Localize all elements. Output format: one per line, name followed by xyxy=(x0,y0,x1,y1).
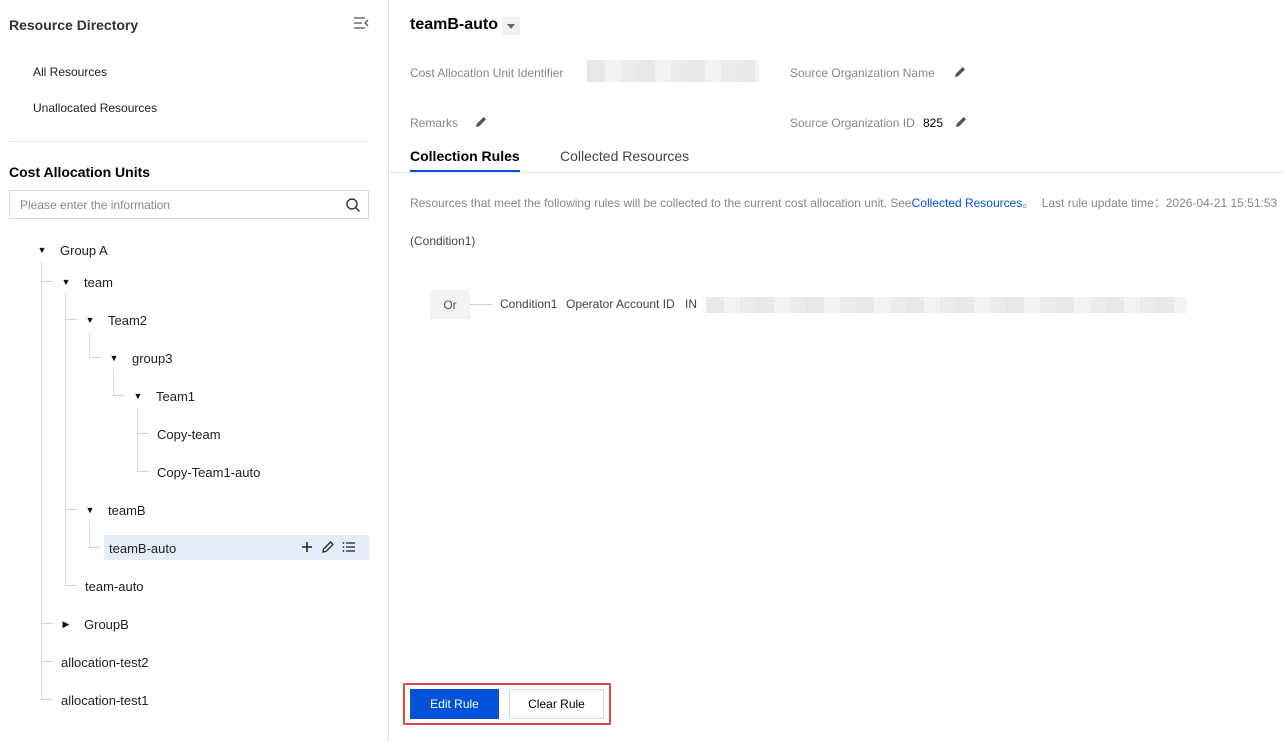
rules-description: Resources that meet the following rules … xyxy=(410,194,1277,211)
cau-identifier-value-redacted xyxy=(587,60,759,82)
source-org-id-label: Source Organization ID xyxy=(790,116,915,130)
unit-search-box xyxy=(9,190,369,219)
tab-bar: Collection Rules Collected Resources xyxy=(390,143,1283,173)
edit-source-org-id-icon[interactable] xyxy=(954,115,968,129)
caret-right-icon[interactable]: ▶ xyxy=(60,618,72,630)
page-title: teamB-auto xyxy=(410,16,499,33)
tree-node-teamb[interactable]: ▼ teamB xyxy=(84,498,146,522)
caret-down-icon[interactable]: ▼ xyxy=(60,276,72,288)
sidebar-divider xyxy=(9,141,369,142)
description-text: Resources that meet the following rules … xyxy=(410,196,912,210)
active-tab-indicator xyxy=(410,170,520,172)
tree-node-team2[interactable]: ▼ Team2 xyxy=(84,308,148,332)
tree-node-team1[interactable]: ▼ Team1 xyxy=(132,384,196,408)
node-actions xyxy=(300,540,356,554)
caret-down-icon[interactable]: ▼ xyxy=(132,390,144,402)
condition-operator: IN xyxy=(685,297,697,311)
edit-icon[interactable] xyxy=(321,540,335,554)
description-suffix: 。 xyxy=(1022,196,1035,210)
caret-down-icon[interactable]: ▼ xyxy=(84,504,96,516)
tree-node-label: team xyxy=(84,274,113,290)
clear-rule-button[interactable]: Clear Rule xyxy=(509,689,604,719)
title-dropdown-icon[interactable] xyxy=(502,17,520,35)
cost-allocation-units-title: Cost Allocation Units xyxy=(9,164,151,180)
remarks-label: Remarks xyxy=(410,116,459,130)
sidebar-title: Resource Directory xyxy=(9,17,139,33)
tree-node-label: Group A xyxy=(60,242,108,258)
caret-down-icon[interactable]: ▼ xyxy=(84,314,96,326)
edit-source-org-name-icon[interactable] xyxy=(953,65,967,79)
nav-unallocated-resources[interactable]: Unallocated Resources xyxy=(33,101,157,115)
tree-node-team-auto[interactable]: team-auto xyxy=(85,574,144,598)
tree-node-label: teamB-auto xyxy=(109,540,177,556)
tree-node-label: teamB xyxy=(108,502,146,518)
tree-node-group-a[interactable]: ▼ Group A xyxy=(36,238,108,262)
tree-node-label: Copy-team xyxy=(157,426,221,442)
caret-down-icon[interactable]: ▼ xyxy=(36,244,48,256)
edit-remarks-icon[interactable] xyxy=(474,115,488,129)
tree-node-label: Copy-Team1-auto xyxy=(157,464,261,480)
source-org-name-label: Source Organization Name xyxy=(790,66,935,80)
condition-field: Operator Account ID xyxy=(566,297,675,311)
tab-collected-resources[interactable]: Collected Resources xyxy=(560,148,689,164)
tree-node-copy-team[interactable]: Copy-team xyxy=(157,422,221,446)
tab-collection-rules[interactable]: Collection Rules xyxy=(410,148,520,164)
tree-node-group3[interactable]: ▼ group3 xyxy=(108,346,173,370)
tree-node-teamb-auto[interactable]: teamB-auto xyxy=(109,536,176,560)
source-org-id-value: 825 xyxy=(923,116,944,130)
collapse-sidebar-icon[interactable] xyxy=(352,15,370,31)
list-icon[interactable] xyxy=(342,540,356,554)
tree-node-team[interactable]: ▼ team xyxy=(60,270,113,294)
edit-rule-button[interactable]: Edit Rule xyxy=(410,689,499,719)
rule-connector-line xyxy=(470,304,492,305)
condition-name: Condition1 xyxy=(500,297,558,311)
tree-node-label: GroupB xyxy=(84,616,129,632)
unit-search-input[interactable] xyxy=(10,191,340,218)
tree-node-label: Team2 xyxy=(108,312,148,328)
collected-resources-link[interactable]: Collected Resources xyxy=(912,196,1023,210)
tree-node-allocation-test1[interactable]: allocation-test1 xyxy=(61,688,148,712)
tree-node-allocation-test2[interactable]: allocation-test2 xyxy=(61,650,148,674)
logic-operator-badge: Or xyxy=(430,290,470,319)
cau-identifier-label: Cost Allocation Unit Identifier xyxy=(410,66,564,80)
tree-node-groupb[interactable]: ▶ GroupB xyxy=(60,612,129,636)
last-update-time: 2026-04-21 15:51:53 xyxy=(1165,196,1278,210)
last-update-label: Last rule update time： xyxy=(1041,196,1166,210)
caret-down-icon[interactable]: ▼ xyxy=(108,352,120,364)
tree-node-label: Team1 xyxy=(156,388,196,404)
tree-node-label: team-auto xyxy=(85,578,144,594)
add-icon[interactable] xyxy=(300,540,314,554)
condition-values-redacted xyxy=(706,297,1187,313)
condition-expression: (Condition1) xyxy=(410,234,476,248)
sidebar: Resource Directory All Resources Unalloc… xyxy=(0,0,389,742)
tree-node-label: allocation-test1 xyxy=(61,692,149,708)
search-icon[interactable] xyxy=(345,197,361,213)
tree-node-label: group3 xyxy=(132,350,173,366)
nav-all-resources[interactable]: All Resources xyxy=(33,65,107,79)
tree-node-label: allocation-test2 xyxy=(61,654,149,670)
tree-node-copy-team1-auto[interactable]: Copy-Team1-auto xyxy=(157,460,260,484)
